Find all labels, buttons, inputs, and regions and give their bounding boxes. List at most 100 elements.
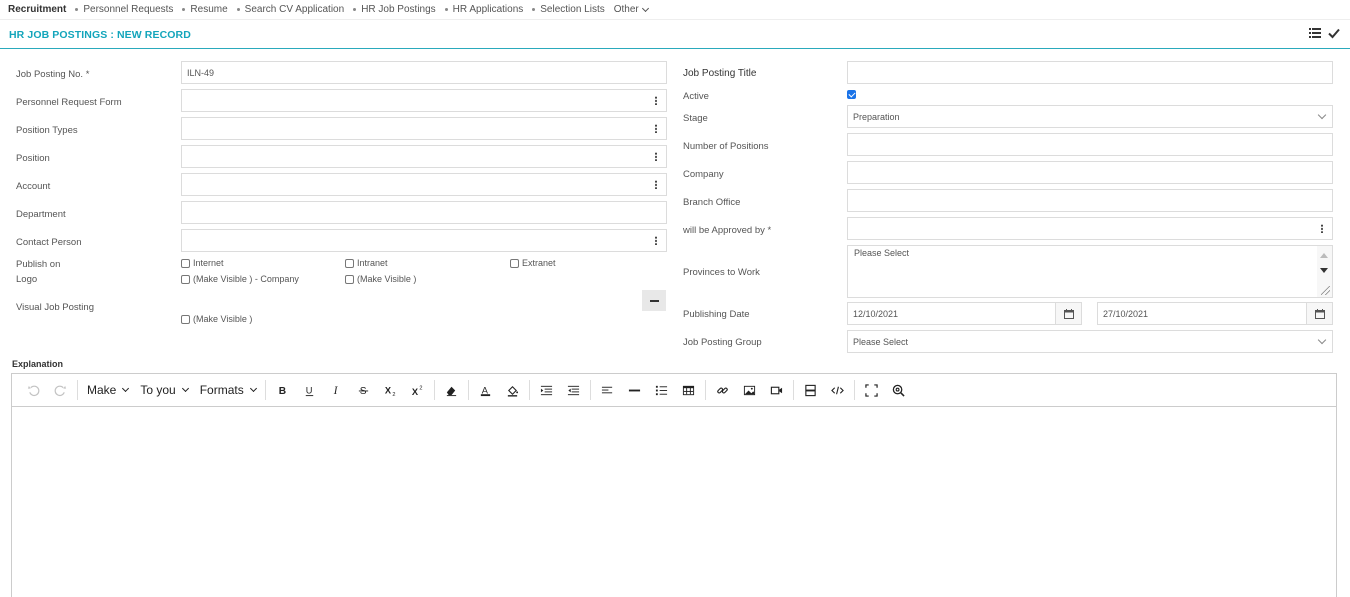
redo-button[interactable] [47, 378, 74, 402]
table-button[interactable] [675, 378, 702, 402]
find-button[interactable] [885, 378, 912, 402]
internet-checkbox[interactable]: Internet [181, 258, 224, 268]
nav-other[interactable]: Other [613, 4, 649, 15]
bullet-icon [532, 8, 536, 11]
underline-button[interactable]: U [296, 378, 323, 402]
publishing-start-date-input[interactable]: 12/10/2021 [847, 302, 1082, 325]
nav-recruitment[interactable]: Recruitment [8, 4, 66, 15]
nav-selection-lists[interactable]: Selection Lists [532, 4, 605, 15]
provinces-value: Please Select [854, 248, 910, 258]
bold-button[interactable]: B [269, 378, 296, 402]
make-menu[interactable]: Make [81, 378, 134, 402]
horizontal-rule-button[interactable] [621, 378, 648, 402]
chevron-down-icon [1317, 335, 1327, 345]
to-you-menu[interactable]: To you [134, 378, 193, 402]
more-vertical-icon[interactable] [646, 90, 666, 111]
checkbox-icon [345, 274, 354, 284]
job-posting-group-select[interactable]: Please Select [847, 330, 1333, 353]
nav-label: Other [613, 4, 639, 15]
provinces-select[interactable]: Please Select [847, 245, 1333, 298]
job-posting-no-value: ILN-49 [187, 67, 215, 78]
branch-office-input[interactable] [847, 189, 1333, 212]
formats-menu[interactable]: Formats [194, 378, 262, 402]
active-checkbox[interactable] [847, 90, 859, 99]
bullet-icon [182, 8, 186, 11]
logo-company-checkbox[interactable]: (Make Visible ) - Company [181, 274, 299, 284]
subscript-button[interactable]: X2 [377, 378, 404, 402]
indent-button[interactable] [560, 378, 587, 402]
list-icon[interactable] [1309, 28, 1321, 38]
toolbar-separator [589, 380, 591, 400]
svg-text:X: X [385, 385, 392, 395]
bold-icon: B [279, 386, 286, 397]
intranet-checkbox[interactable]: Intranet [345, 258, 388, 268]
personnel-request-form-label: Personnel Request Form [16, 97, 122, 108]
personnel-request-form-input[interactable] [181, 89, 667, 112]
nav-hr-job-postings[interactable]: HR Job Postings [353, 4, 436, 15]
publish-on-label: Publish on [16, 259, 61, 270]
more-vertical-icon[interactable] [646, 118, 666, 139]
checkbox-icon [181, 274, 190, 284]
nav-hr-applications[interactable]: HR Applications [444, 4, 523, 15]
highlight-button[interactable] [499, 378, 526, 402]
scroll-up-icon[interactable] [1320, 253, 1328, 258]
svg-text:2: 2 [392, 392, 395, 397]
resize-grip-icon[interactable] [1321, 286, 1330, 295]
link-button[interactable] [709, 378, 736, 402]
more-vertical-icon[interactable] [646, 146, 666, 167]
nav-personnel-requests[interactable]: Personnel Requests [75, 4, 173, 15]
position-types-input[interactable] [181, 117, 667, 140]
publishing-end-date-input[interactable]: 27/10/2021 [1097, 302, 1333, 325]
stage-select[interactable]: Preparation [847, 105, 1333, 128]
checkbox-label: Internet [193, 258, 224, 268]
job-posting-title-input[interactable] [847, 61, 1333, 84]
svg-text:U: U [306, 385, 313, 395]
logo-visible-checkbox[interactable]: (Make Visible ) [345, 274, 416, 284]
code-button[interactable] [824, 378, 851, 402]
company-input[interactable] [847, 161, 1333, 184]
clear-format-button[interactable] [438, 378, 465, 402]
undo-button[interactable] [20, 378, 47, 402]
nav-search-cv[interactable]: Search CV Application [236, 4, 345, 15]
number-of-positions-input[interactable] [847, 133, 1333, 156]
nav-resume[interactable]: Resume [182, 4, 228, 15]
align-left-icon [601, 386, 612, 393]
job-posting-no-input[interactable]: ILN-49 [181, 61, 667, 84]
italic-button[interactable]: I [323, 378, 350, 402]
department-input[interactable] [181, 201, 667, 224]
extranet-checkbox[interactable]: Extranet [510, 258, 556, 268]
scrollbar[interactable] [1317, 246, 1332, 297]
rich-text-editor: Make To you Formats B U I S X2 X2 A [11, 373, 1337, 597]
minus-icon [649, 299, 659, 302]
outdent-button[interactable] [533, 378, 560, 402]
visual-job-posting-checkbox[interactable]: (Make Visible ) [181, 314, 252, 324]
more-vertical-icon[interactable] [646, 230, 666, 251]
contact-person-label: Contact Person [16, 237, 82, 248]
list-button[interactable] [648, 378, 675, 402]
fullscreen-button[interactable] [858, 378, 885, 402]
align-button[interactable] [594, 378, 621, 402]
stage-label: Stage [683, 113, 708, 124]
position-input[interactable] [181, 145, 667, 168]
strikethrough-button[interactable]: S [350, 378, 377, 402]
check-icon[interactable] [1328, 27, 1340, 39]
editor-toolbar: Make To you Formats B U I S X2 X2 A [12, 374, 1336, 407]
approved-by-input[interactable] [847, 217, 1333, 240]
scroll-down-icon[interactable] [1320, 268, 1328, 273]
text-color-button[interactable]: A [472, 378, 499, 402]
editor-content-area[interactable] [12, 407, 1336, 597]
video-button[interactable] [763, 378, 790, 402]
calendar-icon[interactable] [1306, 303, 1332, 324]
more-vertical-icon[interactable] [646, 174, 666, 195]
image-button[interactable] [736, 378, 763, 402]
account-input[interactable] [181, 173, 667, 196]
contact-person-input[interactable] [181, 229, 667, 252]
chevron-down-icon [641, 4, 649, 12]
superscript-button[interactable]: X2 [404, 378, 431, 402]
video-icon [770, 386, 782, 394]
calendar-icon[interactable] [1055, 303, 1081, 324]
template-button[interactable] [797, 378, 824, 402]
nav-label: Search CV Application [244, 4, 345, 15]
more-vertical-icon[interactable] [1312, 218, 1332, 239]
collapse-button[interactable] [642, 290, 666, 311]
